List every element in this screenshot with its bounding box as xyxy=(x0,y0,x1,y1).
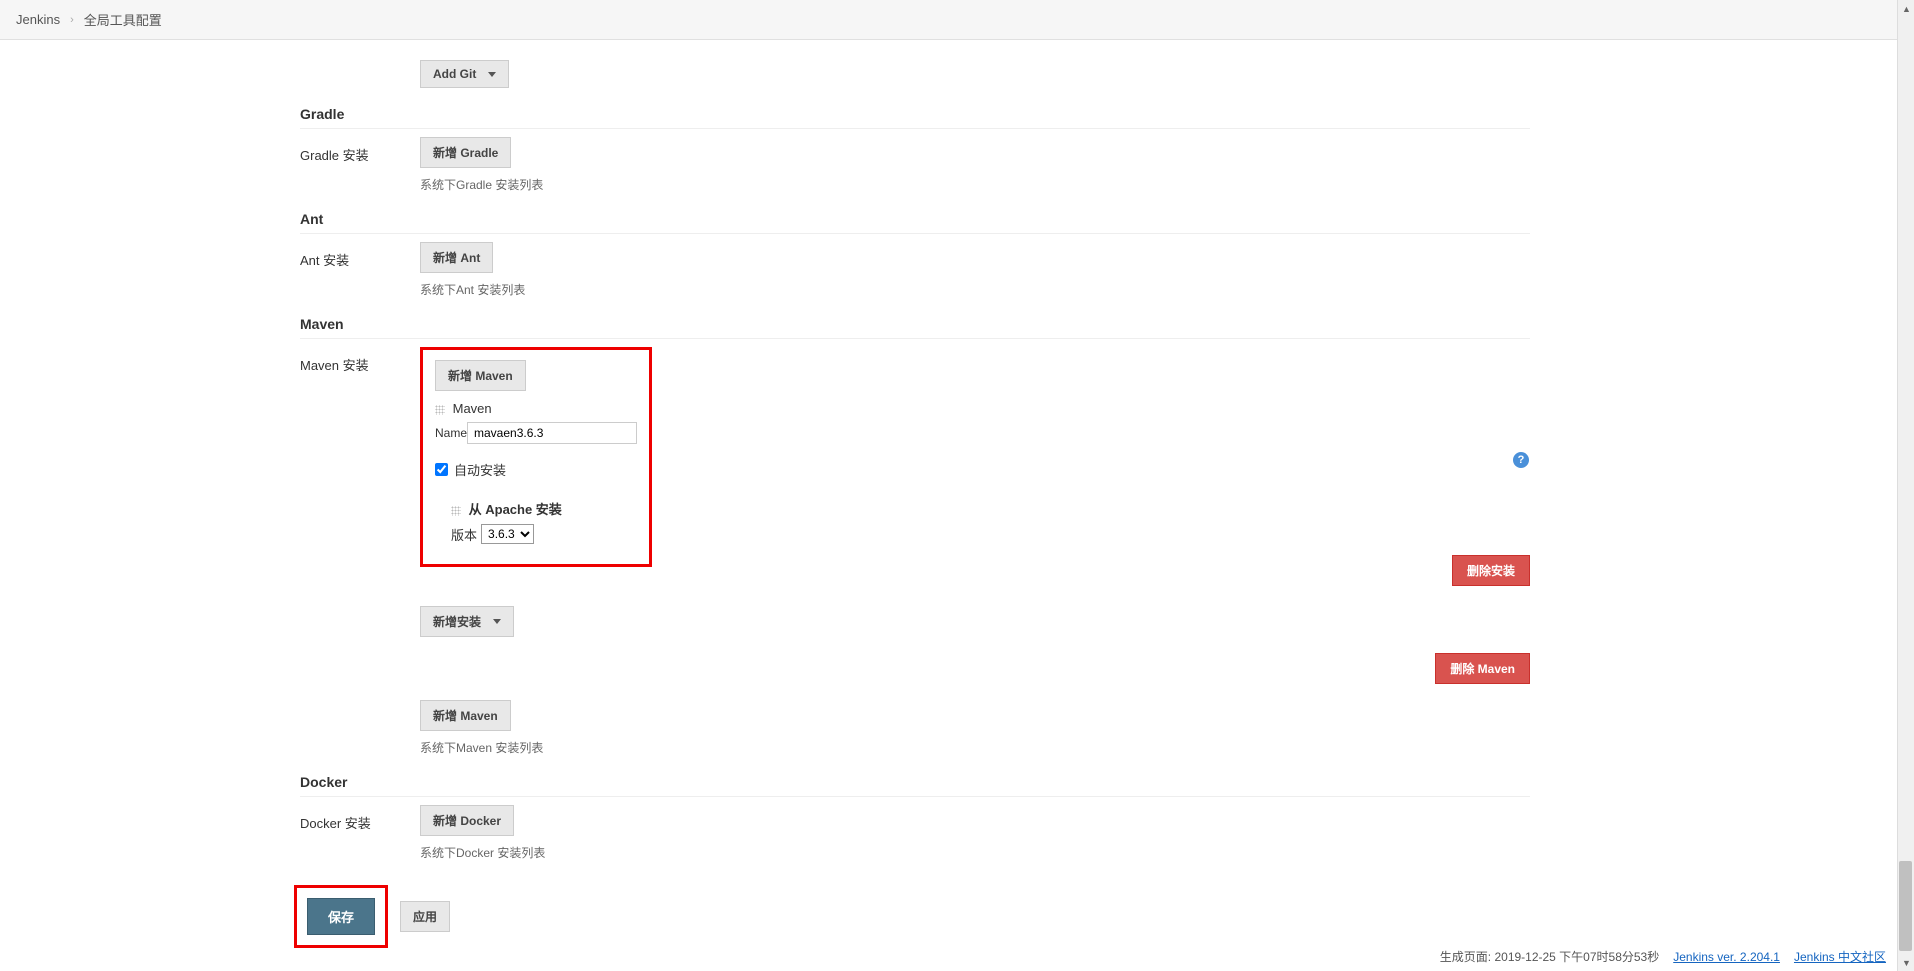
version-row: 版本 3.6.3 xyxy=(451,524,637,544)
delete-maven-row: 删除 Maven xyxy=(420,653,1530,684)
caret-down-icon xyxy=(493,619,501,624)
git-row: Add Git xyxy=(300,60,1530,88)
auto-install-row: 自动安装 xyxy=(435,460,637,479)
ant-hint: 系统下Ant 安装列表 xyxy=(420,281,1530,298)
from-apache-title: 从 Apache 安装 xyxy=(469,502,562,517)
drag-handle-icon[interactable] xyxy=(435,405,445,415)
add-maven-button-top[interactable]: 新增 Maven xyxy=(435,360,526,391)
apache-block: 从 Apache 安装 版本 3.6.3 xyxy=(451,499,637,544)
maven-install-label: Maven 安装 xyxy=(300,347,420,374)
add-git-label: Add Git xyxy=(433,67,476,81)
add-install-button[interactable]: 新增安装 xyxy=(420,606,514,637)
maven-name-row: Name xyxy=(435,422,637,444)
add-ant-button[interactable]: 新增 Ant xyxy=(420,242,493,273)
from-apache-row: 从 Apache 安装 xyxy=(451,499,637,518)
ant-install-label: Ant 安装 xyxy=(300,242,420,269)
scrollbar[interactable]: ▲ ▼ xyxy=(1897,0,1914,971)
maven-item-title-text: Maven xyxy=(453,401,492,416)
footer-community-link[interactable]: Jenkins 中文社区 xyxy=(1794,948,1886,965)
add-docker-button[interactable]: 新增 Docker xyxy=(420,805,514,836)
scrollbar-thumb[interactable] xyxy=(1899,861,1912,951)
gradle-install-label: Gradle 安装 xyxy=(300,137,420,164)
scroll-up-icon[interactable]: ▲ xyxy=(1898,0,1914,17)
git-label-spacer xyxy=(300,60,420,68)
help-icon[interactable]: ? xyxy=(1513,452,1529,468)
add-install-label: 新增安装 xyxy=(433,613,481,630)
docker-install-label: Docker 安装 xyxy=(300,805,420,832)
maven-row: Maven 安装 新增 Maven Maven Name 自动安装 ? xyxy=(300,347,1530,756)
footer: 生成页面: 2019-12-25 下午07时58分53秒 Jenkins ver… xyxy=(1430,942,1896,971)
maven-name-label: Name xyxy=(435,426,467,440)
maven-config-highlight: 新增 Maven Maven Name 自动安装 ? 从 A xyxy=(420,347,652,567)
gradle-row: Gradle 安装 新增 Gradle 系统下Gradle 安装列表 xyxy=(300,137,1530,193)
bottom-actions: 保存 应用 xyxy=(294,885,1530,948)
add-git-button[interactable]: Add Git xyxy=(420,60,509,88)
scroll-down-icon[interactable]: ▼ xyxy=(1898,954,1914,971)
chevron-right-icon: › xyxy=(70,14,74,26)
save-highlight: 保存 xyxy=(294,885,388,948)
maven-header: Maven xyxy=(300,310,1530,339)
main-content: Add Git Gradle Gradle 安装 新增 Gradle 系统下Gr… xyxy=(300,40,1530,948)
gradle-hint: 系统下Gradle 安装列表 xyxy=(420,176,1530,193)
docker-hint: 系统下Docker 安装列表 xyxy=(420,844,1530,861)
caret-down-icon xyxy=(488,72,496,77)
footer-generated: 生成页面: 2019-12-25 下午07时58分53秒 xyxy=(1440,948,1659,965)
ant-header: Ant xyxy=(300,205,1530,234)
breadcrumb: Jenkins › 全局工具配置 xyxy=(0,0,1914,40)
maven-item-title: Maven xyxy=(435,401,637,416)
delete-maven-button[interactable]: 删除 Maven xyxy=(1435,653,1530,684)
breadcrumb-page[interactable]: 全局工具配置 xyxy=(84,10,162,29)
version-label: 版本 xyxy=(451,525,477,544)
maven-name-input[interactable] xyxy=(467,422,637,444)
auto-install-checkbox[interactable] xyxy=(435,463,448,476)
version-select[interactable]: 3.6.3 xyxy=(481,524,534,544)
ant-row: Ant 安装 新增 Ant 系统下Ant 安装列表 xyxy=(300,242,1530,298)
docker-row: Docker 安装 新增 Docker 系统下Docker 安装列表 xyxy=(300,805,1530,861)
docker-header: Docker xyxy=(300,768,1530,797)
auto-install-label: 自动安装 xyxy=(454,460,506,479)
apply-button[interactable]: 应用 xyxy=(400,901,450,932)
footer-version-link[interactable]: Jenkins ver. 2.204.1 xyxy=(1673,950,1780,964)
drag-handle-icon[interactable] xyxy=(451,506,461,516)
save-button[interactable]: 保存 xyxy=(307,898,375,935)
maven-hint: 系统下Maven 安装列表 xyxy=(420,739,1530,756)
gradle-header: Gradle xyxy=(300,100,1530,129)
delete-install-button[interactable]: 删除安装 xyxy=(1452,555,1530,586)
breadcrumb-home[interactable]: Jenkins xyxy=(16,12,60,27)
add-maven-button-bottom[interactable]: 新增 Maven xyxy=(420,700,511,731)
add-gradle-button[interactable]: 新增 Gradle xyxy=(420,137,511,168)
